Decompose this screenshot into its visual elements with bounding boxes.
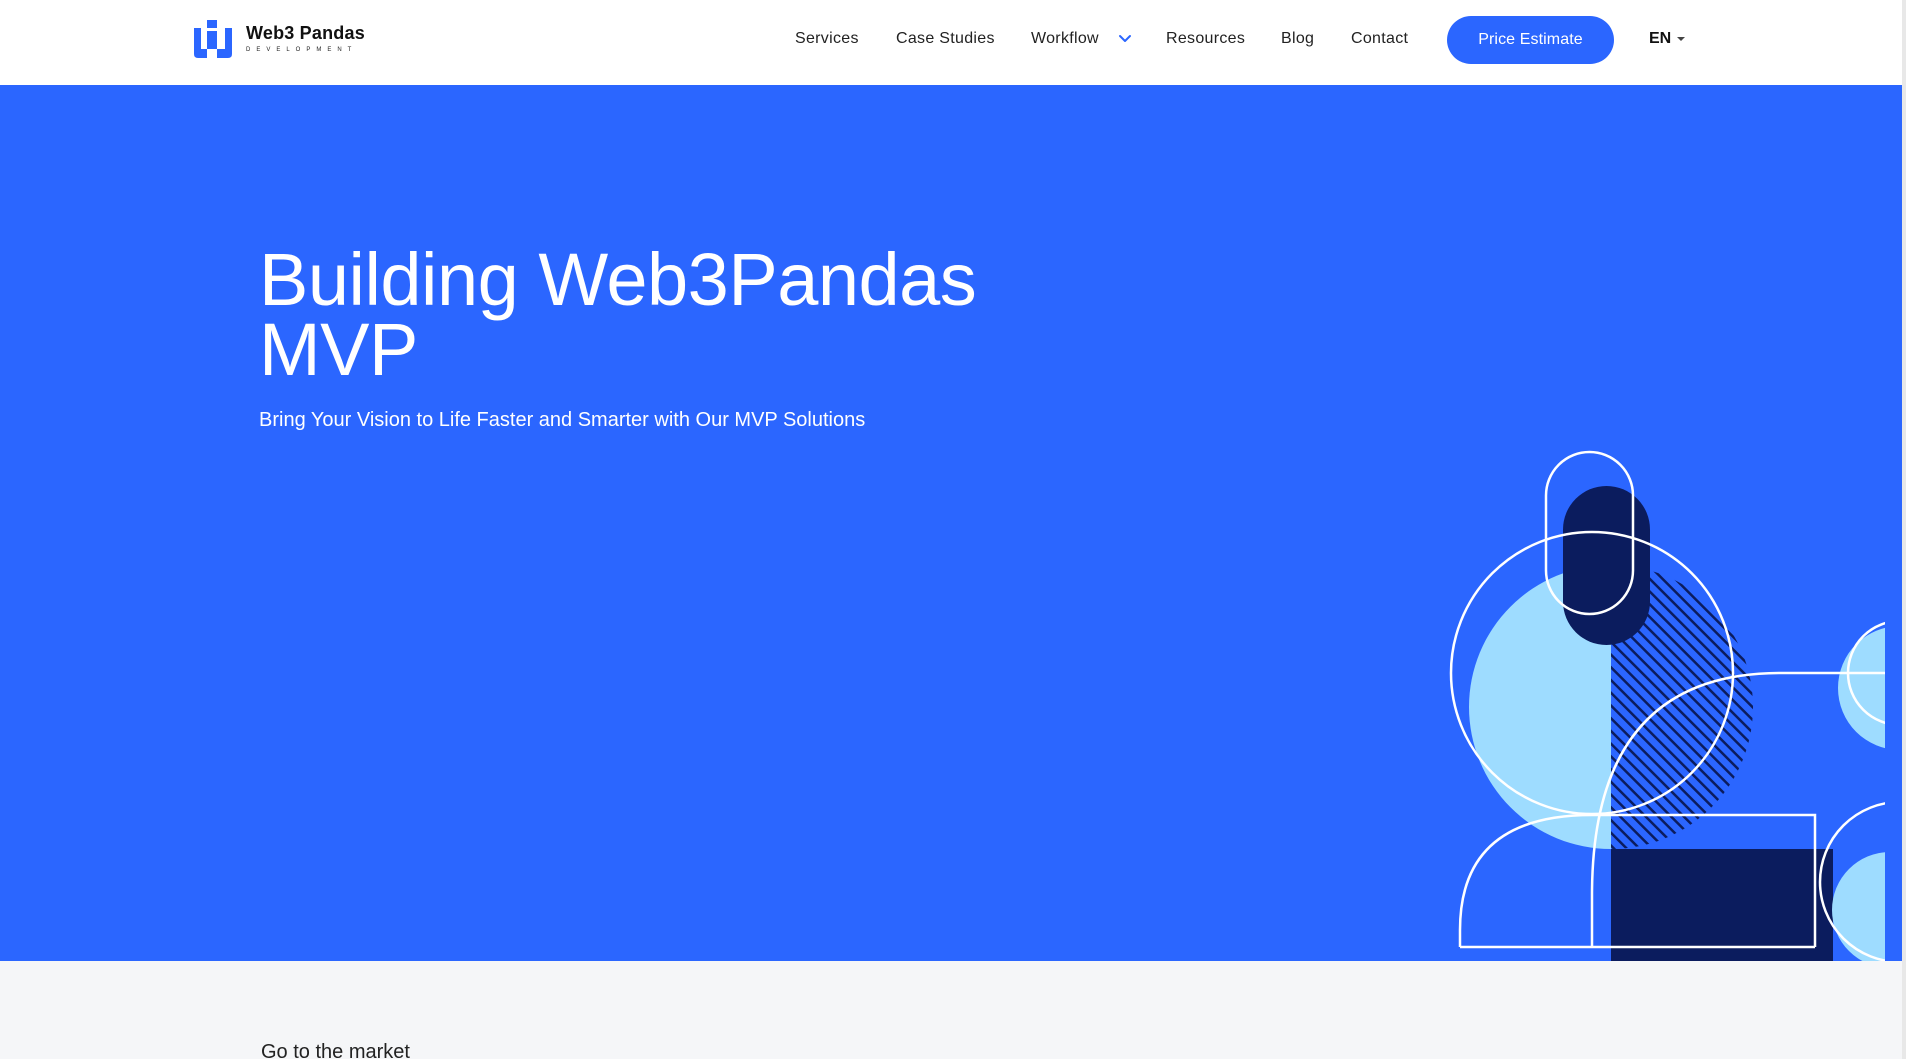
brand-tagline: DEVELOPMENT <box>246 47 358 53</box>
brand-name: Web3 Pandas <box>246 23 365 43</box>
hero-subtitle: Bring Your Vision to Life Faster and Sma… <box>259 409 866 431</box>
nav-services[interactable]: Services <box>795 30 859 48</box>
nav-blog[interactable]: Blog <box>1281 30 1314 48</box>
nav-workflow[interactable]: Workflow <box>1031 30 1099 48</box>
logo-text: Web3 Pandas DEVELOPMENT <box>246 23 365 55</box>
page-scrollbar[interactable] <box>1902 0 1906 1059</box>
hero-title: Building Web3Pandas MVP <box>259 243 1059 387</box>
hero-section: Building Web3Pandas MVP Bring Your Visio… <box>0 85 1902 961</box>
nav-resources[interactable]: Resources <box>1166 30 1245 48</box>
section-heading: Go to the market <box>261 1041 410 1059</box>
nav-case-studies[interactable]: Case Studies <box>896 30 995 48</box>
nav-contact[interactable]: Contact <box>1351 30 1408 48</box>
chevron-down-icon[interactable] <box>1118 30 1132 48</box>
web3pandas-logo-icon <box>194 20 232 58</box>
hero-illustration <box>1449 450 1885 961</box>
site-header: Web3 Pandas DEVELOPMENT Services Case St… <box>0 0 1906 85</box>
page: Web3 Pandas DEVELOPMENT Services Case St… <box>0 0 1906 1059</box>
go-to-market-section: Go to the market <box>0 961 1902 1059</box>
hero-title-line-2: MVP <box>259 308 418 391</box>
logo-link[interactable]: Web3 Pandas DEVELOPMENT <box>194 20 365 58</box>
price-estimate-button[interactable]: Price Estimate <box>1447 16 1614 64</box>
language-label: EN <box>1649 30 1672 47</box>
caret-down-icon <box>1677 37 1686 41</box>
language-selector[interactable]: EN <box>1649 30 1686 48</box>
